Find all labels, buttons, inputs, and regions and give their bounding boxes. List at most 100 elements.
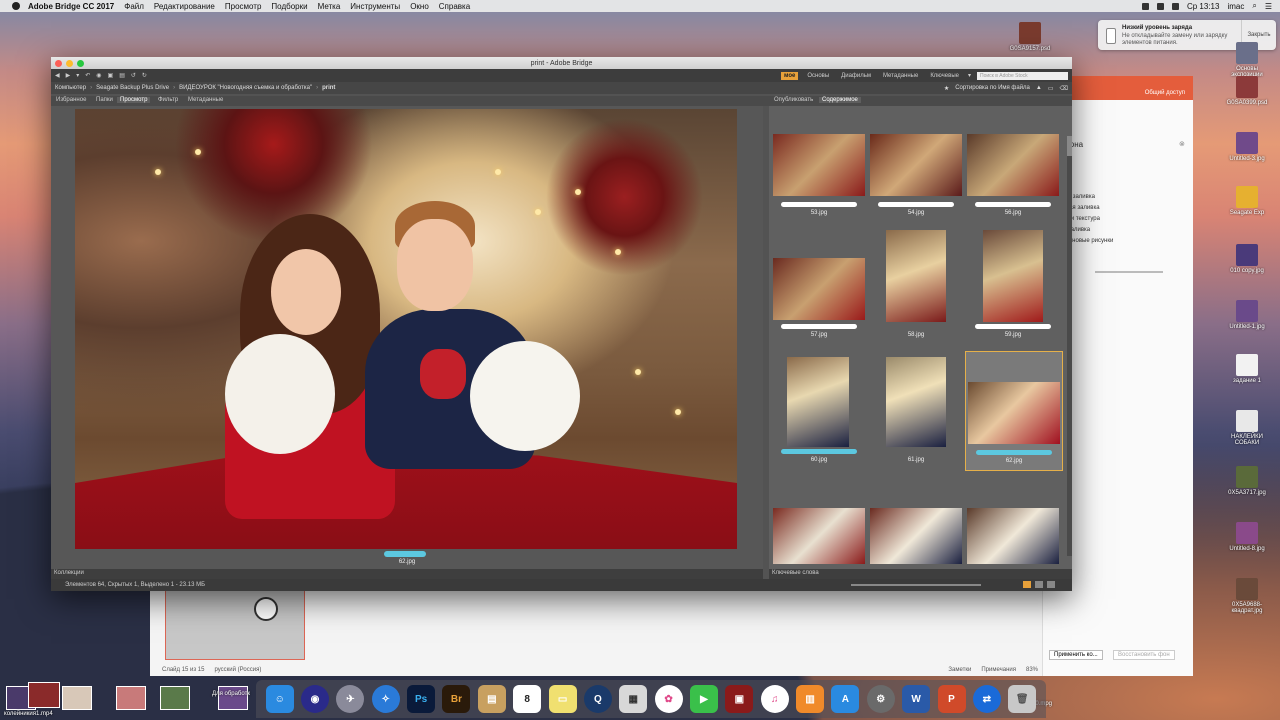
sort-direction-icon[interactable]: ▲ <box>1036 85 1042 91</box>
refine-icon[interactable]: ▣ <box>108 72 114 79</box>
word-icon[interactable]: W <box>902 685 931 713</box>
tab-content[interactable]: Содержимое <box>819 97 861 103</box>
tab-metadata[interactable]: Метаданные <box>185 97 226 103</box>
desktop-icon[interactable]: G0SA9157.psd <box>1008 22 1052 52</box>
thumbnail-row4-1[interactable] <box>771 504 867 564</box>
workspace-filmstrip[interactable]: Диафильм <box>838 72 874 80</box>
desktop-icon[interactable]: Seagate Exp <box>1225 186 1269 216</box>
menu-help[interactable]: Справка <box>439 2 470 11</box>
view-grid-icon[interactable] <box>1023 581 1031 588</box>
restore-background-button[interactable]: Восстановить фон <box>1113 650 1175 660</box>
sort-dropdown[interactable]: Сортировка по Имя файла <box>955 85 1030 91</box>
view-details-icon[interactable] <box>1035 581 1043 588</box>
thumbnail-57[interactable]: 57.jpg <box>771 228 867 344</box>
desktop-icon[interactable]: Основы экспозиции <box>1225 42 1269 78</box>
workspace-metadata[interactable]: Метаданные <box>880 72 921 80</box>
apple-menu-icon[interactable] <box>12 2 20 10</box>
tab-folders[interactable]: Папки <box>93 97 116 103</box>
battery-icon[interactable] <box>1171 2 1179 10</box>
path-drive[interactable]: Seagate Backup Plus Drive <box>96 85 169 91</box>
apply-all-button[interactable]: Применить ко... <box>1049 650 1103 660</box>
tab-publish[interactable]: Опубликовать <box>771 97 816 103</box>
teamviewer-icon[interactable]: ⇄ <box>972 685 1001 713</box>
thumbnail-size-slider[interactable] <box>851 584 981 586</box>
tab-filter[interactable]: Фильтр <box>155 97 181 103</box>
collections-tab[interactable]: Коллекции <box>54 570 84 576</box>
new-folder-icon[interactable]: ▭ <box>1048 85 1054 92</box>
tab-preview[interactable]: Просмотр <box>117 97 151 103</box>
menu-edit[interactable]: Редактирование <box>154 2 215 11</box>
thumbnail-60[interactable]: 60.jpg <box>771 351 867 467</box>
boomerang-icon[interactable]: ↶ <box>85 72 90 79</box>
keywords-panel[interactable]: Ключевые слова <box>769 569 1072 579</box>
desktop-icon[interactable]: Untitled-1.jpg <box>1225 300 1269 330</box>
menu-label[interactable]: Метка <box>318 2 341 11</box>
desktop-icon[interactable]: 0X5A3717.jpg <box>1225 466 1269 496</box>
desktop-thumbnail[interactable] <box>116 686 146 710</box>
collections-panel[interactable]: Коллекции <box>51 569 763 579</box>
forward-icon[interactable]: ▶ <box>66 72 71 79</box>
powerpoint-icon[interactable]: P <box>937 685 966 713</box>
notes-icon[interactable]: ▤ <box>477 685 506 713</box>
workspace-essentials[interactable]: Основы <box>804 72 832 80</box>
desktop-icon[interactable]: Untitled-3.jpg <box>1225 132 1269 162</box>
keywords-tab[interactable]: Ключевые слова <box>772 570 819 576</box>
thumbnail-row4-3[interactable] <box>965 504 1061 564</box>
close-icon[interactable]: ⊗ <box>1179 140 1185 148</box>
desktop-icon[interactable]: 010 copy.jpg <box>1225 244 1269 274</box>
trash-icon[interactable]: ⌫ <box>1060 85 1068 92</box>
bridge-icon[interactable]: Br <box>442 685 471 713</box>
thumbnail-58[interactable]: 58.jpg <box>868 228 964 344</box>
thumbnail-62[interactable]: 62.jpg <box>965 351 1063 471</box>
desktop-icon[interactable]: НАКЛЕЙКИ СОБАКИ <box>1225 410 1269 446</box>
thumbnail-53[interactable]: 53.jpg <box>771 108 867 224</box>
user-name[interactable]: imac <box>1227 2 1244 11</box>
menu-stacks[interactable]: Подборки <box>271 2 307 11</box>
facetime-icon[interactable]: ▶ <box>689 685 718 713</box>
back-icon[interactable]: ◀ <box>55 72 60 79</box>
photoshop-icon[interactable]: Ps <box>407 685 436 713</box>
slide-thumbnail[interactable] <box>165 586 305 660</box>
system-preferences-icon[interactable]: ⚙ <box>866 685 895 713</box>
thumbnail-row4-2[interactable] <box>868 504 964 564</box>
recent-icon[interactable]: ▾ <box>76 72 79 79</box>
itunes-icon[interactable]: ♫ <box>760 685 789 713</box>
rotate-left-icon[interactable]: ↺ <box>131 72 136 79</box>
desktop-thumbnail[interactable] <box>28 682 60 708</box>
search-input[interactable]: Поиск в Adobe Stock <box>977 71 1068 80</box>
comments-button[interactable]: Примечания <box>981 667 1016 673</box>
menu-file[interactable]: Файл <box>124 2 144 11</box>
siri-icon[interactable]: ◉ <box>301 685 330 713</box>
transparency-slider[interactable] <box>1095 271 1163 273</box>
path-print[interactable]: print <box>322 85 335 91</box>
desktop-icon[interactable]: 0X5A9688-квадрат.jpg <box>1225 578 1269 614</box>
share-button[interactable]: Общий доступ <box>1145 90 1185 96</box>
preview-image[interactable] <box>75 109 737 549</box>
workspace-dropdown-icon[interactable]: ▾ <box>968 72 971 79</box>
path-computer[interactable]: Компьютер <box>55 85 86 91</box>
label-bar[interactable] <box>384 551 426 557</box>
menu-window[interactable]: Окно <box>410 2 429 11</box>
thumbnail-56[interactable]: 56.jpg <box>965 108 1061 224</box>
menu-list-icon[interactable]: ☰ <box>1265 2 1272 11</box>
desktop-thumbnail[interactable] <box>62 686 92 710</box>
thumbnail-54[interactable]: 54.jpg <box>868 108 964 224</box>
desktop-icon[interactable]: Untitled-8.jpg <box>1225 522 1269 552</box>
view-list-icon[interactable] <box>1047 581 1055 588</box>
desktop-thumbnail[interactable] <box>218 686 248 710</box>
camera-icon[interactable]: ◉ <box>96 72 101 79</box>
safari-icon[interactable]: ✧ <box>371 685 400 713</box>
finder-icon[interactable]: ☺ <box>265 685 294 713</box>
workspace-moe[interactable]: мое <box>780 71 799 80</box>
content-scrollbar[interactable] <box>1067 136 1072 556</box>
workspace-keywords[interactable]: Ключевые <box>927 72 962 80</box>
zoom-level[interactable]: 83% <box>1026 667 1038 673</box>
search-icon[interactable]: ⌕ <box>1252 1 1256 11</box>
language[interactable]: русский (Россия) <box>214 667 261 673</box>
trash-icon[interactable]: 🗑 <box>1008 685 1037 713</box>
path-folder[interactable]: ВИДЕОУРОК "Новогодняя съемка и обработка… <box>179 85 312 91</box>
clock[interactable]: Ср 13:13 <box>1187 2 1219 11</box>
wifi-icon[interactable] <box>1156 2 1164 10</box>
status-icon[interactable] <box>1141 2 1149 10</box>
launchpad-icon[interactable]: ✈ <box>336 685 365 713</box>
